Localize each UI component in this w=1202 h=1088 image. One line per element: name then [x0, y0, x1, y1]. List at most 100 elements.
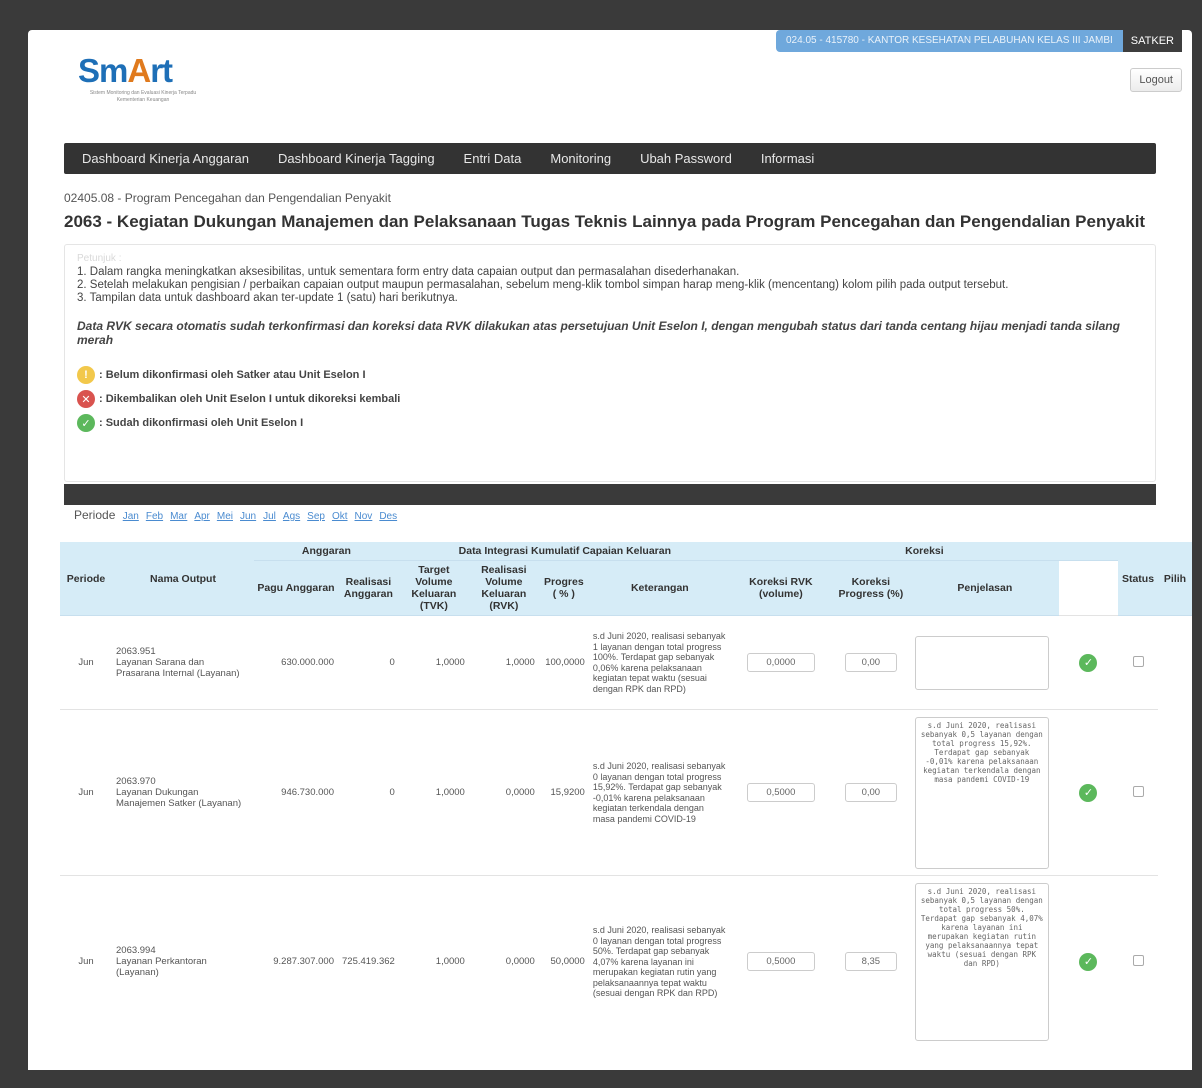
output-name: Layanan Dukungan Manajemen Satker (Layan…	[116, 787, 242, 809]
notice-panel: Petunjuk : 1. Dalam rangka meningkatkan …	[64, 244, 1156, 482]
nav-item[interactable]: Ubah Password	[640, 151, 732, 166]
pilih-checkbox[interactable]	[1132, 655, 1144, 667]
table-row: Jun 2063.994 Layanan Perkantoran (Layanan)…	[60, 875, 1192, 1048]
confirmed-icon: ✓	[77, 414, 95, 432]
cell-periode: Jun	[60, 875, 112, 1048]
month-link-okt[interactable]: Okt	[332, 511, 348, 522]
th-pagu: Pagu Anggaran	[254, 560, 338, 616]
th-realisasi: Realisasi Anggaran	[338, 560, 399, 616]
th-status: Status	[1118, 542, 1158, 616]
cell-pagu: 946.730.000	[254, 709, 338, 876]
output-table-wrap: Periode Nama Output Anggaran Data Integr…	[60, 542, 1192, 1048]
confirmed-icon[interactable]: ✓	[1079, 653, 1098, 672]
periode-selector: Periode Jan Feb Mar Apr Mei Jun Jul Ags Sep Okt No…	[74, 508, 404, 522]
th-koreksi-progress: Koreksi Progress (%)	[830, 560, 911, 616]
month-link-nov[interactable]: Nov	[355, 511, 373, 522]
window-bottom-edge	[0, 1070, 1202, 1088]
cell-realisasi: 0	[338, 709, 399, 876]
month-link-mei[interactable]: Mei	[217, 511, 233, 522]
th-periode: Periode	[60, 542, 112, 616]
month-link-jan[interactable]: Jan	[123, 511, 139, 522]
satker-info[interactable]: 024.05 - 415780 - KANTOR KESEHATAN PELAB…	[776, 30, 1123, 52]
koreksi-rvk-input[interactable]: 0,5000	[746, 783, 815, 802]
cell-periode: Jun	[60, 709, 112, 876]
cell-penjelasan: s.d Juni 2020, realisasi sebanyak 0,5 la…	[910, 709, 1059, 876]
month-link-jun[interactable]: Jun	[240, 511, 256, 522]
koreksi-progress-input[interactable]: 8,35	[844, 952, 897, 972]
th-progres: Progres ( % )	[538, 560, 589, 616]
th-penjelasan: Penjelasan	[910, 560, 1059, 616]
top-bar: 024.05 - 415780 - KANTOR KESEHATAN PELAB…	[776, 30, 1182, 52]
pilih-checkbox[interactable]	[1132, 954, 1144, 966]
legend-item: ✓: Sudah dikonfirmasi oleh Unit Eselon I	[77, 411, 1143, 435]
nav-item[interactable]: Dashboard Kinerja Tagging	[278, 151, 435, 166]
logo[interactable]: SmArt Sistem Monitoring dan Evaluasi Kin…	[78, 52, 208, 104]
month-link-sep[interactable]: Sep	[307, 511, 325, 522]
penjelasan-textarea[interactable]	[914, 635, 1049, 690]
cell-progres: 100,0000	[538, 615, 589, 710]
returned-icon: ✕	[77, 390, 95, 408]
koreksi-progress-input[interactable]: 0,00	[844, 653, 897, 672]
cell-status: ✓	[1058, 875, 1118, 1048]
logout-button[interactable]: Logout	[1130, 68, 1182, 92]
logo-text: SmArt	[78, 52, 173, 89]
cell-rvk: 0,0000	[468, 709, 539, 876]
pilih-checkbox[interactable]	[1132, 785, 1144, 797]
penjelasan-textarea[interactable]: s.d Juni 2020, realisasi sebanyak 0,5 la…	[914, 882, 1049, 1041]
nav-item[interactable]: Entri Data	[464, 151, 522, 166]
cell-koreksi-progress: 0,00	[830, 615, 911, 710]
cell-pagu: 630.000.000	[254, 615, 338, 710]
penjelasan-textarea[interactable]: s.d Juni 2020, realisasi sebanyak 0,5 la…	[914, 716, 1049, 869]
nav-item[interactable]: Monitoring	[550, 151, 611, 166]
koreksi-rvk-input[interactable]: 0,0000	[746, 653, 815, 672]
logo-subtitle: Sistem Monitoring dan Evaluasi Kinerja T…	[89, 90, 197, 103]
cell-tvk: 1,0000	[398, 875, 469, 1048]
page-title: 2063 - Kegiatan Dukungan Manajemen dan P…	[64, 212, 1146, 231]
cell-koreksi-rvk: 0,5000	[730, 875, 831, 1048]
th-rvk: Realisasi Volume Keluaran (RVK)	[468, 560, 539, 616]
role-badge[interactable]: SATKER	[1122, 30, 1182, 52]
cell-periode: Jun	[60, 615, 112, 710]
month-link-des[interactable]: Des	[379, 511, 397, 522]
output-code: 2063.994	[116, 945, 156, 957]
cell-tvk: 1,0000	[398, 709, 469, 876]
notice-heading: Petunjuk :	[77, 253, 122, 264]
status-legend: !: Belum dikonfirmasi oleh Satker atau U…	[77, 363, 1143, 435]
legend-text: : Dikembalikan oleh Unit Eselon I untuk …	[99, 393, 401, 405]
cell-progres: 50,0000	[538, 875, 589, 1048]
nav-item[interactable]: Dashboard Kinerja Anggaran	[82, 151, 249, 166]
output-table: Periode Nama Output Anggaran Data Integr…	[60, 542, 1192, 1048]
th-tvk: Target Volume Keluaran (TVK)	[398, 560, 469, 616]
table-row: Jun 2063.970 Layanan Dukungan Manajemen Sa…	[60, 709, 1192, 876]
th-group-anggaran: Anggaran	[254, 542, 399, 561]
month-link-jul[interactable]: Jul	[263, 511, 276, 522]
th-group-integrasi: Data Integrasi Kumulatif Capaian Keluara…	[398, 542, 731, 561]
notice-line: 3. Tampilan data untuk dashboard akan te…	[77, 292, 458, 304]
cell-pilih	[1118, 615, 1158, 710]
th-pilih: Pilih	[1158, 542, 1192, 616]
cell-tvk: 1,0000	[398, 615, 469, 710]
confirmed-icon[interactable]: ✓	[1079, 783, 1098, 802]
confirmed-icon[interactable]: ✓	[1079, 952, 1098, 971]
month-link-mar[interactable]: Mar	[170, 511, 187, 522]
output-name: Layanan Perkantoran (Layanan)	[116, 956, 207, 979]
month-link-ags[interactable]: Ags	[283, 511, 300, 522]
notice-line: 1. Dalam rangka meningkatkan aksesibilit…	[77, 266, 740, 278]
th-keterangan: Keterangan	[588, 560, 731, 616]
koreksi-rvk-input[interactable]: 0,5000	[746, 952, 815, 972]
cell-penjelasan: s.d Juni 2020, realisasi sebanyak 0,5 la…	[910, 875, 1059, 1048]
table-row: Jun 2063.951 Layanan Sarana dan Prasarana …	[60, 615, 1192, 710]
nav-item[interactable]: Informasi	[761, 151, 814, 166]
koreksi-progress-input[interactable]: 0,00	[844, 783, 897, 802]
th-group-koreksi: Koreksi	[730, 542, 1118, 561]
cell-pilih	[1118, 875, 1158, 1048]
th-koreksi-rvk: Koreksi RVK (volume)	[730, 560, 831, 616]
output-code: 2063.951	[116, 646, 156, 657]
cell-status: ✓	[1058, 709, 1118, 876]
cell-keterangan: s.d Juni 2020, realisasi sebanyak 0 laya…	[588, 709, 731, 876]
cell-rvk: 1,0000	[468, 615, 539, 710]
cell-keterangan: s.d Juni 2020, realisasi sebanyak 1 laya…	[588, 615, 731, 710]
month-link-feb[interactable]: Feb	[146, 511, 163, 522]
month-link-apr[interactable]: Apr	[194, 511, 210, 522]
cell-rvk: 0,0000	[468, 875, 539, 1048]
